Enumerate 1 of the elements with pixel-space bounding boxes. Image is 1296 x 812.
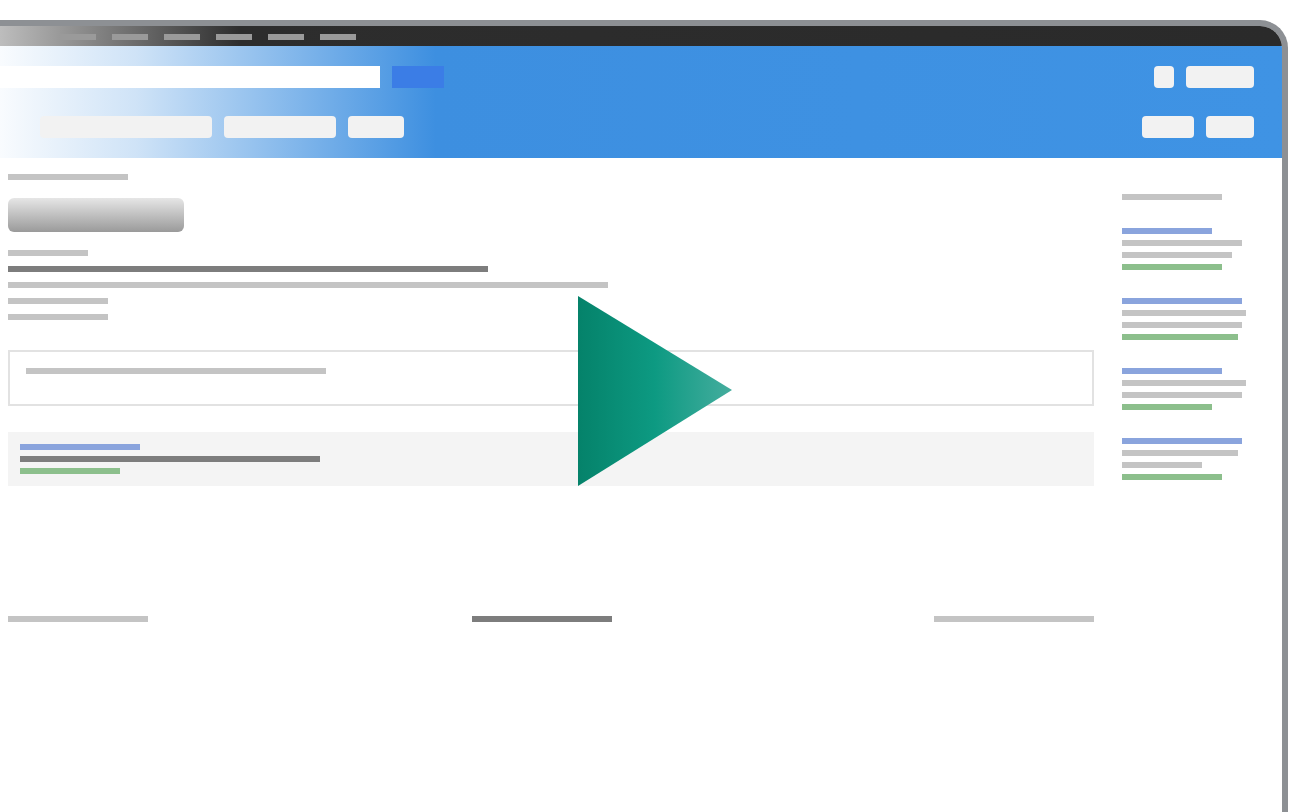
play-icon[interactable] bbox=[578, 296, 732, 486]
